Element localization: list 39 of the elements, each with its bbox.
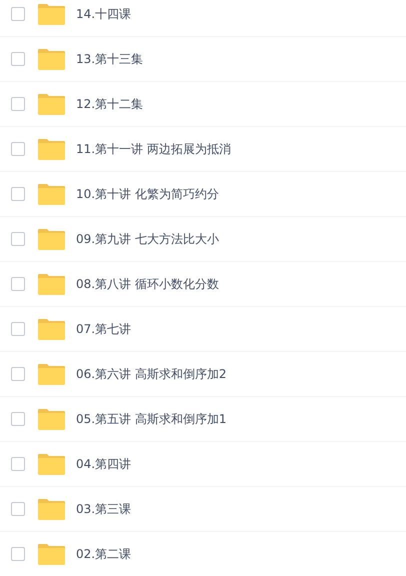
checkbox[interactable]: [11, 502, 25, 516]
folder-icon: [38, 318, 65, 340]
checkbox[interactable]: [11, 232, 25, 246]
checkbox[interactable]: [11, 52, 25, 66]
folder-icon: [38, 228, 65, 250]
checkbox[interactable]: [11, 277, 25, 291]
folder-icon: [38, 454, 65, 474]
folder-icon: [38, 94, 65, 114]
folder-name[interactable]: 08.第八讲 循环小数化分数: [76, 275, 219, 293]
checkbox[interactable]: [11, 367, 25, 381]
folder-icon: [38, 364, 65, 384]
checkbox[interactable]: [11, 547, 25, 561]
folder-icon: [38, 184, 65, 204]
checkbox[interactable]: [11, 187, 25, 201]
checkbox[interactable]: [11, 457, 25, 471]
folder-icon: [38, 544, 65, 564]
folder-name[interactable]: 12.第十二集: [76, 95, 144, 113]
folder-name[interactable]: 03.第三课: [76, 500, 132, 518]
checkbox[interactable]: [11, 142, 25, 156]
folder-name[interactable]: 11.第十一讲 两边拓展为抵消: [76, 140, 231, 158]
folder-icon: [38, 48, 65, 70]
folder-icon: [38, 4, 65, 24]
folder-name[interactable]: 06.第六讲 高斯求和倒序加2: [76, 365, 227, 383]
checkbox[interactable]: [11, 412, 25, 426]
checkbox[interactable]: [11, 97, 25, 111]
checkbox[interactable]: [11, 322, 25, 336]
folder-icon: [38, 498, 65, 520]
folder-name[interactable]: 02.第二课: [76, 545, 132, 563]
folder-name[interactable]: 10.第十讲 化繁为简巧约分: [76, 185, 219, 203]
folder-name[interactable]: 09.第九讲 七大方法比大小: [76, 230, 219, 248]
folder-name[interactable]: 05.第五讲 高斯求和倒序加1: [76, 410, 227, 428]
folder-icon: [38, 408, 65, 430]
folder-icon: [38, 274, 65, 294]
folder-icon: [38, 138, 65, 160]
folder-name[interactable]: 14.十四课: [76, 5, 132, 23]
folder-name[interactable]: 04.第四讲: [76, 455, 132, 473]
checkbox[interactable]: [11, 7, 25, 21]
folder-name[interactable]: 13.第十三集: [76, 50, 144, 68]
folder-name[interactable]: 07.第七讲: [76, 320, 132, 338]
